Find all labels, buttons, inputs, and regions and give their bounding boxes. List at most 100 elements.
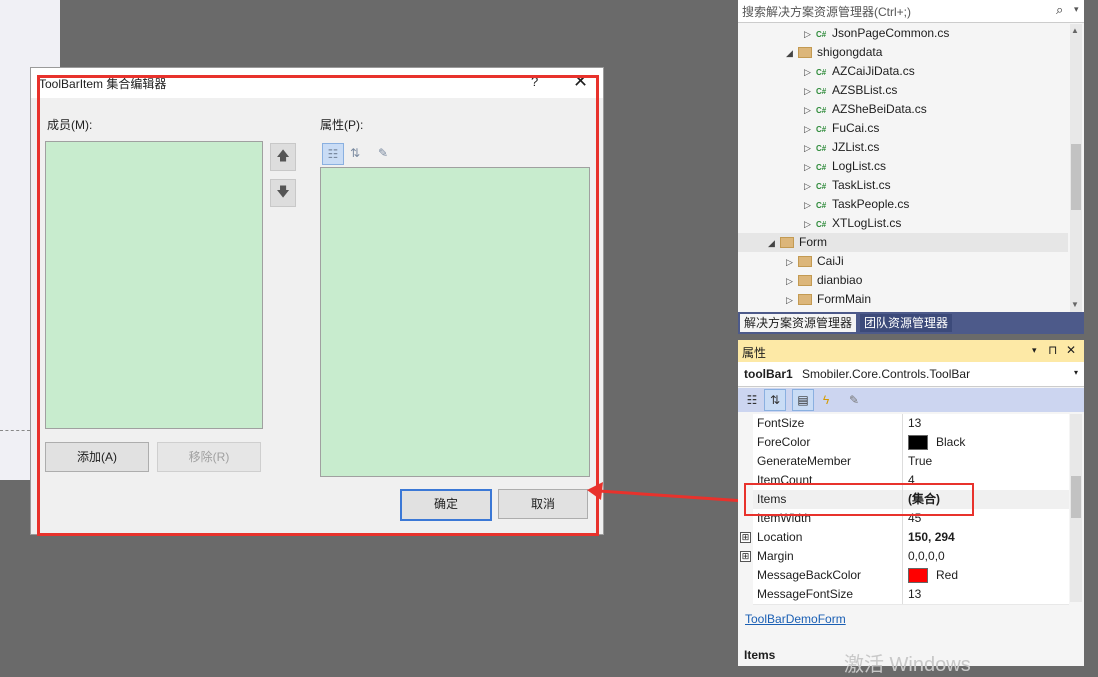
property-value[interactable]: Red — [908, 566, 958, 585]
props-scroll-thumb[interactable] — [1071, 476, 1081, 518]
property-value[interactable]: 13 — [908, 585, 921, 604]
tree-item[interactable]: ▷ C# TaskPeople.cs — [738, 195, 1068, 214]
search-input[interactable]: 搜索解决方案资源管理器(Ctrl+;) — [742, 3, 911, 20]
property-value[interactable]: Black — [908, 433, 965, 452]
expand-icon[interactable]: ▷ — [804, 120, 816, 139]
property-row[interactable]: Location 150, 294 — [753, 528, 1069, 548]
tree-item[interactable]: ▷ FormMain — [738, 290, 1068, 309]
designer-link[interactable]: ToolBarDemoForm — [745, 612, 846, 626]
tab-solution-explorer[interactable]: 解决方案资源管理器 — [740, 314, 857, 332]
scroll-down-icon[interactable]: ▼ — [1071, 300, 1079, 309]
search-icon[interactable]: ⌕ — [1056, 2, 1063, 18]
annotation-arrow — [587, 482, 746, 503]
scroll-up-icon[interactable]: ▲ — [1071, 26, 1079, 35]
solution-tree: ▷ C# JsonPageCommon.cs ◢ shigongdata ▷ C# AZCai… — [738, 24, 1068, 309]
pin-icon[interactable]: ⊓ — [1048, 343, 1057, 357]
tree-item[interactable]: ▷ C# FuCai.cs — [738, 119, 1068, 138]
tree-item-label: FuCai.cs — [832, 121, 880, 135]
tree-item[interactable]: ▷ C# XTLogList.cs — [738, 214, 1068, 233]
explorer-tabs: 解决方案资源管理器 团队资源管理器 — [738, 312, 1084, 334]
expand-icon[interactable]: ▷ — [804, 215, 816, 234]
collapse-icon[interactable]: ◢ — [768, 234, 780, 253]
alphabetical-view-icon[interactable]: ⇅ — [764, 389, 786, 411]
tree-item[interactable]: ▷ C# LogList.cs — [738, 157, 1068, 176]
property-row[interactable]: Margin 0,0,0,0 — [753, 547, 1069, 567]
object-selector[interactable]: toolBar1 Smobiler.Core.Controls.ToolBar … — [738, 362, 1084, 387]
tree-item[interactable]: ▷ dianbiao — [738, 271, 1068, 290]
properties-view-icon[interactable]: ▤ — [792, 389, 814, 411]
properties-toolbar: ☷ ⇅ ▤ ϟ ✎ — [738, 388, 1084, 412]
canvas-guide — [0, 430, 30, 431]
expand-icon[interactable]: ▷ — [786, 253, 798, 272]
properties-title: 属性 — [742, 346, 767, 360]
tree-item[interactable]: ▷ C# JsonPageCommon.cs — [738, 24, 1068, 43]
expand-icon[interactable]: ▷ — [804, 177, 816, 196]
property-value[interactable]: True — [908, 452, 932, 471]
column-divider — [902, 414, 903, 433]
categorized-view-icon[interactable]: ☷ — [742, 390, 762, 410]
tree-item[interactable]: ▷ C# AZSBList.cs — [738, 81, 1068, 100]
property-value[interactable]: 0,0,0,0 — [908, 547, 945, 566]
expand-icon[interactable]: ▷ — [804, 63, 816, 82]
property-name: FontSize — [757, 416, 805, 430]
expand-icon[interactable]: ▷ — [804, 101, 816, 120]
property-row[interactable]: GenerateMember True — [753, 452, 1069, 472]
tree-item[interactable]: ▷ C# TaskList.cs — [738, 176, 1068, 195]
search-box[interactable]: 搜索解决方案资源管理器(Ctrl+;) ⌕ ▾ — [738, 0, 1084, 23]
property-value-text: True — [908, 454, 933, 468]
property-row[interactable]: MessageFontSize 13 — [753, 585, 1069, 605]
property-value-text: 13 — [908, 416, 922, 430]
tree-item-label: XTLogList.cs — [832, 216, 902, 230]
csharp-file-icon: C# — [816, 87, 827, 96]
tree-item-label: CaiJi — [817, 254, 844, 268]
property-value-text: 150, 294 — [908, 530, 955, 544]
csharp-file-icon: C# — [816, 163, 827, 172]
tab-team-explorer[interactable]: 团队资源管理器 — [860, 314, 953, 332]
chevron-down-icon[interactable]: ▾ — [1074, 368, 1078, 377]
column-divider — [902, 547, 903, 566]
property-value[interactable]: 13 — [908, 414, 921, 433]
column-divider — [902, 528, 903, 547]
collapse-icon[interactable]: ◢ — [786, 44, 798, 63]
property-row[interactable]: FontSize 13 — [753, 414, 1069, 434]
tree-scroll-thumb[interactable] — [1071, 144, 1081, 210]
expand-plus-icon[interactable]: ⊞ — [740, 532, 751, 543]
tree-scrollbar[interactable]: ▲ ▼ — [1070, 24, 1082, 312]
tree-item[interactable]: ▷ C# AZCaiJiData.cs — [738, 62, 1068, 81]
search-options-icon[interactable]: ▾ — [1074, 4, 1079, 15]
expand-icon[interactable]: ▷ — [786, 291, 798, 310]
column-divider — [902, 433, 903, 452]
dropdown-icon[interactable]: ▾ — [1032, 345, 1037, 356]
csharp-file-icon: C# — [816, 201, 827, 210]
expand-icon[interactable]: ▷ — [804, 196, 816, 215]
expand-icon[interactable]: ▷ — [804, 82, 816, 101]
expand-icon[interactable]: ▷ — [804, 158, 816, 177]
expand-icon[interactable]: ▷ — [786, 272, 798, 291]
csharp-file-icon: C# — [816, 30, 827, 39]
property-row[interactable]: ForeColor Black — [753, 433, 1069, 453]
folder-icon — [780, 237, 794, 249]
description-title: Items — [744, 648, 776, 662]
folder-icon — [798, 275, 812, 287]
property-row[interactable]: MessageBackColor Red — [753, 566, 1069, 586]
column-divider — [902, 585, 903, 604]
property-value[interactable]: 150, 294 — [908, 528, 955, 547]
events-icon[interactable]: ϟ — [816, 390, 836, 410]
tree-item-label: AZSBList.cs — [832, 83, 898, 97]
tree-item-label: FormMain — [817, 292, 872, 306]
tree-item-label: Form — [799, 235, 827, 249]
property-value-text: 13 — [908, 587, 922, 601]
expand-plus-icon[interactable]: ⊞ — [740, 551, 751, 562]
tree-item[interactable]: ▷ CaiJi — [738, 252, 1068, 271]
tree-item-label: AZCaiJiData.cs — [832, 64, 915, 78]
tree-item[interactable]: ◢ shigongdata — [738, 43, 1068, 62]
property-value-text: Black — [936, 435, 966, 449]
props-scrollbar[interactable] — [1070, 414, 1082, 602]
tree-item[interactable]: ◢ Form — [738, 233, 1068, 252]
expand-icon[interactable]: ▷ — [804, 25, 816, 44]
tree-item[interactable]: ▷ C# AZSheBeiData.cs — [738, 100, 1068, 119]
property-pages-wrench-icon[interactable]: ✎ — [844, 390, 864, 410]
expand-icon[interactable]: ▷ — [804, 139, 816, 158]
tree-item[interactable]: ▷ C# JZList.cs — [738, 138, 1068, 157]
panel-close-icon[interactable]: ✕ — [1066, 343, 1076, 357]
